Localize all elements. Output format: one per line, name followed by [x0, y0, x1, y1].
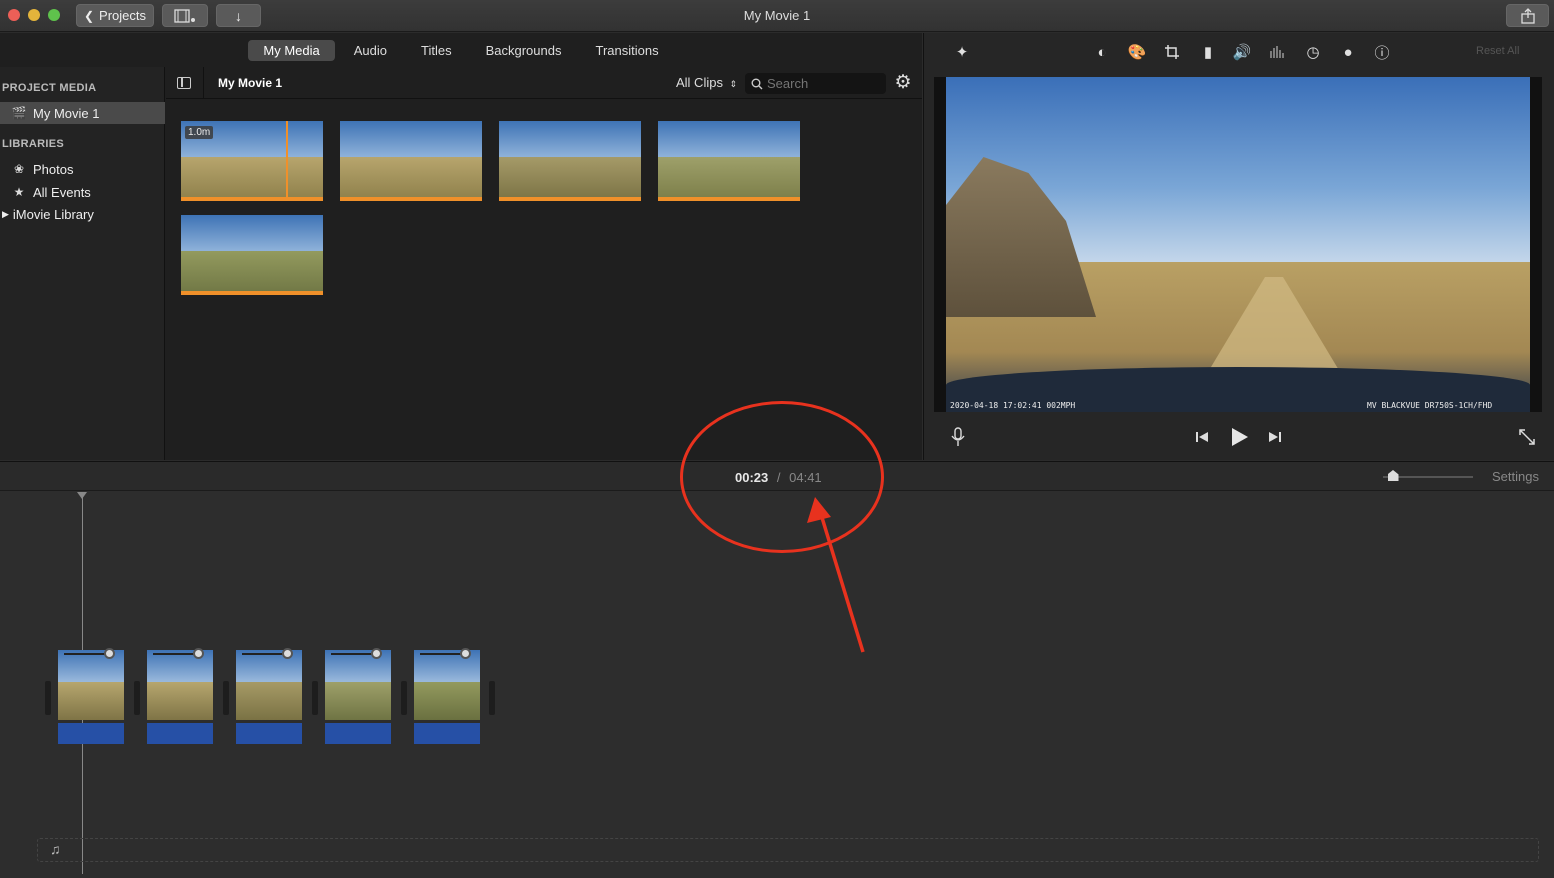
clips-filter-value: All Clips — [676, 75, 723, 90]
libraries-sidebar: PROJECT MEDIA 🎬 My Movie 1 LIBRARIES ❀ P… — [0, 67, 165, 460]
media-clip[interactable]: 1.0m — [181, 121, 323, 201]
sidebar-item-imovie-library[interactable]: ▶ iMovie Library — [0, 203, 165, 225]
clip-audio-waveform — [236, 723, 302, 744]
clip-audio-waveform — [325, 723, 391, 744]
transition-gap[interactable] — [45, 681, 51, 715]
timeline-clip[interactable] — [414, 648, 480, 745]
timeline-clip[interactable] — [325, 648, 391, 745]
info-icon[interactable]: ⓘ — [1372, 42, 1392, 62]
volume-knob[interactable] — [104, 648, 115, 659]
tab-my-media[interactable]: My Media — [248, 39, 335, 61]
background-music-track[interactable]: ♫ — [37, 838, 1539, 862]
sidebar-item-photos[interactable]: ❀ Photos — [0, 158, 165, 180]
music-note-icon: ♫ — [50, 841, 61, 857]
search-icon — [751, 78, 763, 90]
tab-audio[interactable]: Audio — [339, 40, 402, 61]
sidebar-item-my-movie[interactable]: 🎬 My Movie 1 — [0, 102, 165, 124]
sidebar-item-label: All Events — [33, 184, 91, 200]
skimmer-line — [286, 121, 288, 201]
tab-transitions[interactable]: Transitions — [580, 40, 673, 61]
color-balance-icon[interactable]: ◐ — [1092, 42, 1112, 62]
zoom-slider-knob[interactable] — [1387, 470, 1399, 481]
volume-knob[interactable] — [282, 648, 293, 659]
clip-duration-badge: 1.0m — [185, 126, 214, 139]
magic-wand-icon[interactable]: ✦ — [952, 42, 972, 62]
transition-gap[interactable] — [489, 681, 495, 715]
clip-audio-waveform — [147, 723, 213, 744]
volume-knob[interactable] — [460, 648, 471, 659]
zoom-slider[interactable] — [1383, 470, 1473, 481]
reset-all-button[interactable]: Reset All — [1476, 45, 1519, 57]
video-camera-icon[interactable]: ▮ — [1198, 42, 1218, 62]
fullscreen-icon[interactable] — [1516, 426, 1538, 448]
timeline-clip[interactable] — [58, 648, 124, 745]
skip-back-icon[interactable] — [1192, 426, 1212, 448]
sidebar-item-label: Photos — [33, 161, 74, 177]
dashcam-overlay-left: 2020-04-18 17:02:41 002MPH — [950, 401, 1076, 410]
dashcam-overlay-right: MV BLACKVUE DR750S-1CH/FHD — [1367, 401, 1493, 410]
clips-filter-select[interactable]: All Clips ⇕ — [676, 75, 737, 90]
browser-tabs: My Media Audio Titles Backgrounds Transi… — [0, 33, 922, 67]
media-clip[interactable] — [181, 215, 323, 295]
title-bar: ❮ Projects ↓ My Movie 1 — [0, 0, 1554, 32]
gear-icon[interactable]: ⚙ — [893, 73, 913, 93]
share-button[interactable] — [1506, 4, 1549, 27]
viewer-panel: ✦ ◐ 🎨 ▮ 🔊 ◷ ● ⓘ Reset All 2020-04-18 17:… — [923, 33, 1554, 460]
clip-audio-waveform — [414, 723, 480, 744]
sidebar-item-label: iMovie Library — [12, 206, 94, 222]
photos-flower-icon: ❀ — [13, 162, 25, 176]
browser-title: My Movie 1 — [218, 76, 283, 90]
star-box-icon: ★ — [13, 185, 25, 199]
clapperboard-icon: 🎬 — [11, 106, 27, 120]
sidebar-item-all-events[interactable]: ★ All Events — [0, 181, 165, 203]
transition-gap[interactable] — [134, 681, 140, 715]
skip-forward-icon[interactable] — [1265, 426, 1285, 448]
media-clip[interactable] — [499, 121, 641, 201]
microphone-icon[interactable] — [948, 426, 968, 448]
tab-titles[interactable]: Titles — [406, 40, 467, 61]
volume-icon[interactable]: 🔊 — [1232, 42, 1252, 62]
project-media-header: PROJECT MEDIA — [2, 82, 97, 94]
settings-button[interactable]: Settings — [1492, 469, 1539, 484]
disclosure-triangle-icon[interactable]: ▶ — [2, 209, 9, 220]
play-icon[interactable] — [1227, 426, 1251, 448]
timeline-clip[interactable] — [236, 648, 302, 745]
share-icon — [1520, 7, 1535, 24]
libraries-header: LIBRARIES — [2, 138, 64, 150]
media-clip[interactable] — [658, 121, 800, 201]
browser-header: My Movie 1 All Clips ⇕ ⚙ — [166, 67, 922, 99]
transition-gap[interactable] — [223, 681, 229, 715]
tab-backgrounds[interactable]: Backgrounds — [471, 40, 577, 61]
annotation-arrow — [807, 497, 865, 653]
media-clip[interactable] — [340, 121, 482, 201]
window-title: My Movie 1 — [743, 8, 811, 23]
sidebar-toggle-icon — [181, 78, 183, 87]
sidebar-toggle-button[interactable] — [177, 77, 191, 89]
search-input[interactable] — [767, 75, 881, 92]
equalizer-icon[interactable] — [1267, 42, 1287, 62]
sidebar-item-label: My Movie 1 — [33, 105, 100, 121]
crop-icon[interactable] — [1162, 42, 1182, 62]
color-palette-icon[interactable]: 🎨 — [1127, 42, 1147, 62]
speedometer-icon[interactable]: ◷ — [1303, 42, 1323, 62]
video-frame: 2020-04-18 17:02:41 002MPH MV BLACKVUE D… — [934, 77, 1542, 412]
clip-filter-icon[interactable]: ● — [1338, 42, 1358, 62]
chevron-updown-icon: ⇕ — [729, 79, 738, 89]
timeline-clip[interactable] — [147, 648, 213, 745]
clip-audio-waveform — [58, 723, 124, 744]
volume-knob[interactable] — [193, 648, 204, 659]
volume-knob[interactable] — [371, 648, 382, 659]
divider — [203, 67, 204, 99]
transition-gap[interactable] — [401, 681, 407, 715]
transition-gap[interactable] — [312, 681, 318, 715]
media-browser: My Media Audio Titles Backgrounds Transi… — [0, 33, 922, 460]
search-field[interactable] — [745, 73, 886, 94]
